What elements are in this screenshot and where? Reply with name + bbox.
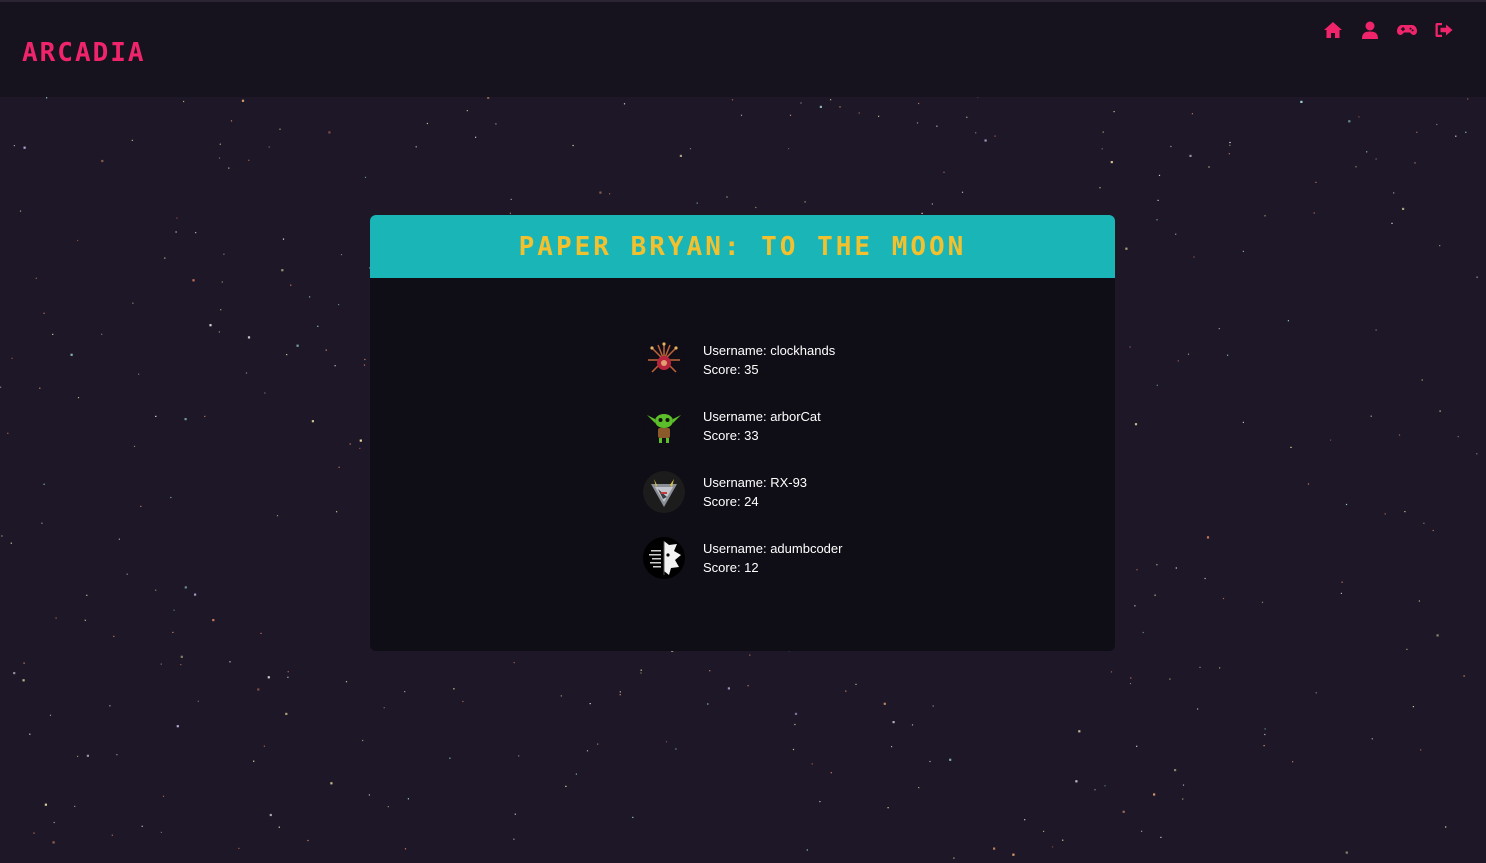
nav-icons	[1323, 20, 1454, 40]
game-title: PAPER BRYAN: TO THE MOON	[518, 231, 967, 262]
score-row: Username: clockhands Score: 35	[643, 338, 842, 382]
score-entry: Username: arborCat Score: 33	[703, 407, 821, 445]
clockhands-avatar	[643, 339, 685, 381]
username-label: Username: adumbcoder	[703, 541, 843, 556]
score-entry: Username: clockhands Score: 35	[703, 341, 835, 379]
leaderboard-card: PAPER BRYAN: TO THE MOON Username: clock…	[370, 215, 1115, 651]
score-label: Score: 33	[703, 428, 759, 443]
split-face-avatar	[643, 537, 685, 579]
goblin-avatar	[643, 405, 685, 447]
score-label: Score: 24	[703, 494, 759, 509]
score-entry: Username: adumbcoder Score: 12	[703, 539, 842, 577]
score-label: Score: 35	[703, 362, 759, 377]
home-icon[interactable]	[1323, 20, 1343, 40]
score-row: Username: adumbcoder Score: 12	[643, 536, 842, 580]
leaderboard-header: PAPER BRYAN: TO THE MOON	[370, 215, 1115, 278]
user-icon[interactable]	[1360, 20, 1380, 40]
score-entry: Username: RX-93 Score: 24	[703, 473, 807, 511]
score-row: Username: arborCat Score: 33	[643, 404, 842, 448]
username-label: Username: RX-93	[703, 475, 808, 490]
mech-avatar	[643, 471, 685, 513]
score-list: Username: clockhands Score: 35 Username:…	[643, 338, 842, 602]
logout-icon[interactable]	[1434, 20, 1454, 40]
navbar: ARCADIA	[0, 0, 1486, 97]
username-label: Username: arborCat	[703, 409, 821, 424]
brand-logo[interactable]: ARCADIA	[22, 38, 146, 68]
username-label: Username: clockhands	[703, 343, 836, 358]
gamepad-icon[interactable]	[1397, 20, 1417, 40]
score-row: Username: RX-93 Score: 24	[643, 470, 842, 514]
score-label: Score: 12	[703, 560, 759, 575]
